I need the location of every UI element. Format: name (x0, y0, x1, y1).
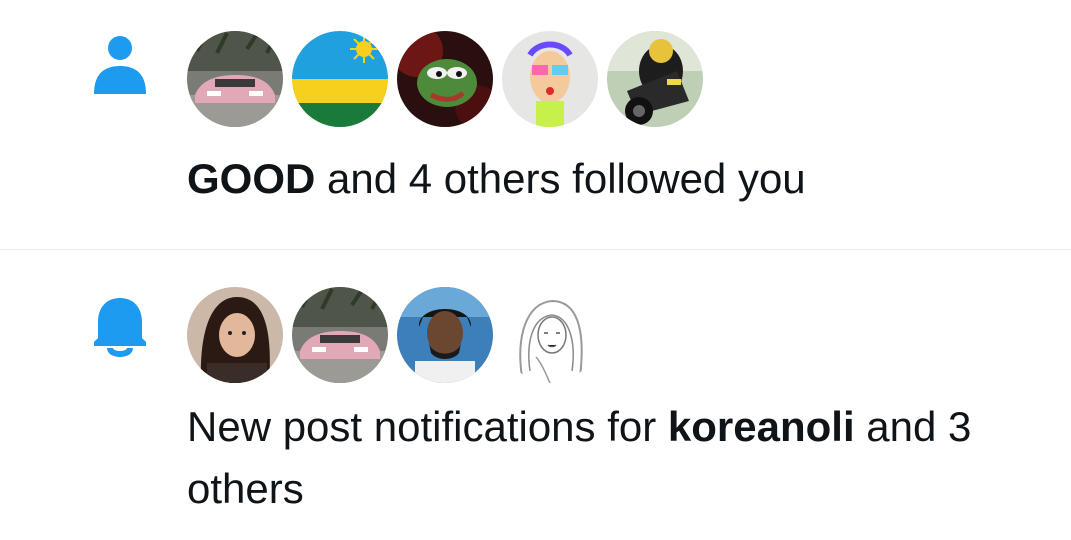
avatar-art[interactable] (502, 31, 598, 127)
avatar-frog[interactable] (397, 31, 493, 127)
avatar-car[interactable] (187, 31, 283, 127)
avatar-row (187, 31, 703, 127)
avatar-man[interactable] (397, 287, 493, 383)
notification-prefix: New post notifications for (187, 403, 668, 450)
avatar-car[interactable] (292, 287, 388, 383)
notification-text: GOOD and 4 others followed you (187, 148, 1047, 210)
notification-new-posts[interactable]: New post notifications for koreanoli and… (0, 250, 1071, 540)
avatar-sketch[interactable] (502, 287, 598, 383)
avatar-woman[interactable] (187, 287, 283, 383)
bold-username[interactable]: GOOD (187, 155, 315, 202)
notification-text: New post notifications for koreanoli and… (187, 396, 1047, 520)
avatar-row (187, 287, 598, 383)
avatar-moto[interactable] (607, 31, 703, 127)
person-icon (94, 36, 146, 94)
bell-icon (94, 298, 146, 357)
notification-follow[interactable]: GOOD and 4 others followed you (0, 0, 1071, 249)
bold-username[interactable]: koreanoli (668, 403, 855, 450)
avatar-flag[interactable] (292, 31, 388, 127)
notification-suffix: and 4 others followed you (315, 155, 806, 202)
